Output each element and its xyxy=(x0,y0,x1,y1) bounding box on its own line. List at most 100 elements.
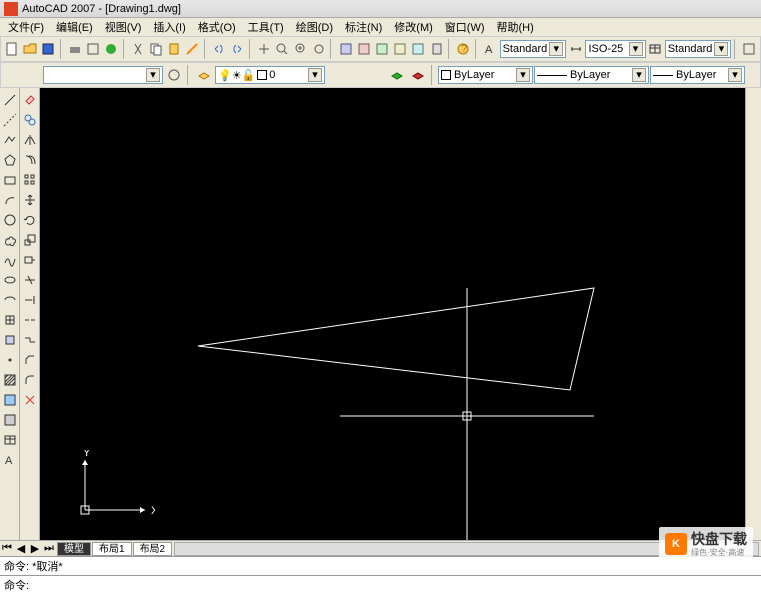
ws-settings-button[interactable] xyxy=(164,65,184,85)
match-button[interactable] xyxy=(184,39,201,59)
dimstyle-icon[interactable] xyxy=(567,39,584,59)
tab-layout1[interactable]: 布局1 xyxy=(92,542,132,556)
drawing-canvas[interactable]: X Y xyxy=(40,88,745,540)
textstyle-combo[interactable]: Standard▾ xyxy=(500,40,567,58)
lweight-combo[interactable]: ByLayer▾ xyxy=(650,66,745,84)
menu-view[interactable]: 视图(V) xyxy=(99,18,148,36)
tab-prev-button[interactable]: ◀ xyxy=(14,542,28,556)
insert-tool[interactable] xyxy=(1,311,19,329)
xline-tool[interactable] xyxy=(1,111,19,129)
dc-button[interactable] xyxy=(355,39,372,59)
cut-button[interactable] xyxy=(129,39,146,59)
chamfer-tool[interactable] xyxy=(21,351,39,369)
preview-button[interactable] xyxy=(84,39,101,59)
new-button[interactable] xyxy=(3,39,20,59)
explode-tool[interactable] xyxy=(21,391,39,409)
pan-button[interactable] xyxy=(256,39,273,59)
open-button[interactable] xyxy=(21,39,38,59)
chevron-down-icon: ▾ xyxy=(516,68,530,82)
circle-tool[interactable] xyxy=(1,211,19,229)
main-area: A X xyxy=(0,88,761,540)
publish-button[interactable] xyxy=(103,39,120,59)
join-tool[interactable] xyxy=(21,331,39,349)
tab-first-button[interactable]: ⏮ xyxy=(0,542,14,556)
erase-tool[interactable] xyxy=(21,91,39,109)
polygon-tool[interactable] xyxy=(1,151,19,169)
ellipse-arc-tool[interactable] xyxy=(1,291,19,309)
ws-button[interactable] xyxy=(741,39,758,59)
menu-dim[interactable]: 标注(N) xyxy=(339,18,388,36)
ltype-combo[interactable]: ByLayer▾ xyxy=(534,66,649,84)
ssm-button[interactable] xyxy=(392,39,409,59)
tab-next-button[interactable]: ▶ xyxy=(28,542,42,556)
tab-last-button[interactable]: ⏭ xyxy=(42,542,56,556)
move-tool[interactable] xyxy=(21,191,39,209)
textstyle-icon[interactable]: A xyxy=(481,39,498,59)
scrollbar-v[interactable] xyxy=(745,88,761,540)
tablestyle-icon[interactable] xyxy=(647,39,664,59)
gradient-tool[interactable] xyxy=(1,391,19,409)
menu-modify[interactable]: 修改(M) xyxy=(388,18,439,36)
ellipse-tool[interactable] xyxy=(1,271,19,289)
copy-tool[interactable] xyxy=(21,111,39,129)
line-tool[interactable] xyxy=(1,91,19,109)
scale-tool[interactable] xyxy=(21,231,39,249)
dimstyle-combo[interactable]: ISO-25▾ xyxy=(585,40,645,58)
arc-tool[interactable] xyxy=(1,191,19,209)
calc-button[interactable] xyxy=(428,39,445,59)
extend-tool[interactable] xyxy=(21,291,39,309)
menu-edit[interactable]: 编辑(E) xyxy=(50,18,99,36)
copy-button[interactable] xyxy=(147,39,164,59)
color-value: ByLayer xyxy=(454,69,494,81)
menu-format[interactable]: 格式(O) xyxy=(192,18,242,36)
menu-tools[interactable]: 工具(T) xyxy=(242,18,290,36)
table-tool[interactable] xyxy=(1,431,19,449)
menu-file[interactable]: 文件(F) xyxy=(2,18,50,36)
redo-button[interactable] xyxy=(229,39,246,59)
paste-button[interactable] xyxy=(166,39,183,59)
block-tool[interactable] xyxy=(1,331,19,349)
zoom-win-button[interactable] xyxy=(292,39,309,59)
tp-button[interactable] xyxy=(373,39,390,59)
pline-tool[interactable] xyxy=(1,131,19,149)
save-button[interactable] xyxy=(39,39,56,59)
draw-palette: A xyxy=(0,88,20,540)
rect-tool[interactable] xyxy=(1,171,19,189)
tab-model[interactable]: 模型 xyxy=(57,542,91,556)
mtext-tool[interactable]: A xyxy=(1,451,19,469)
props-button[interactable] xyxy=(337,39,354,59)
array-tool[interactable] xyxy=(21,171,39,189)
rotate-tool[interactable] xyxy=(21,211,39,229)
layer-props-button[interactable] xyxy=(194,65,214,85)
tab-layout2[interactable]: 布局2 xyxy=(133,542,173,556)
menu-window[interactable]: 窗口(W) xyxy=(439,18,491,36)
spline-tool[interactable] xyxy=(1,251,19,269)
revcloud-tool[interactable] xyxy=(1,231,19,249)
hatch-tool[interactable] xyxy=(1,371,19,389)
ws-combo[interactable]: ▾ xyxy=(43,66,163,84)
layer-combo[interactable]: 💡 ☀ 🔓 0 ▾ xyxy=(215,66,325,84)
point-tool[interactable] xyxy=(1,351,19,369)
undo-button[interactable] xyxy=(211,39,228,59)
fillet-tool[interactable] xyxy=(21,371,39,389)
menu-help[interactable]: 帮助(H) xyxy=(491,18,540,36)
layer-value: 0 xyxy=(269,69,275,81)
color-combo[interactable]: ByLayer ▾ xyxy=(438,66,533,84)
break-tool[interactable] xyxy=(21,311,39,329)
trim-tool[interactable] xyxy=(21,271,39,289)
layer-prev-button[interactable] xyxy=(387,65,407,85)
offset-tool[interactable] xyxy=(21,151,39,169)
chevron-down-icon: ▾ xyxy=(629,42,643,56)
stretch-tool[interactable] xyxy=(21,251,39,269)
zoom-prev-button[interactable] xyxy=(310,39,327,59)
zoom-rt-button[interactable] xyxy=(274,39,291,59)
region-tool[interactable] xyxy=(1,411,19,429)
layer-iso-button[interactable] xyxy=(408,65,428,85)
mkup-button[interactable] xyxy=(410,39,427,59)
tablestyle-combo[interactable]: Standard▾ xyxy=(665,40,732,58)
menu-insert[interactable]: 插入(I) xyxy=(147,18,191,36)
mirror-tool[interactable] xyxy=(21,131,39,149)
menu-draw[interactable]: 绘图(D) xyxy=(290,18,339,36)
help-button[interactable]: ? xyxy=(455,39,472,59)
print-button[interactable] xyxy=(66,39,83,59)
